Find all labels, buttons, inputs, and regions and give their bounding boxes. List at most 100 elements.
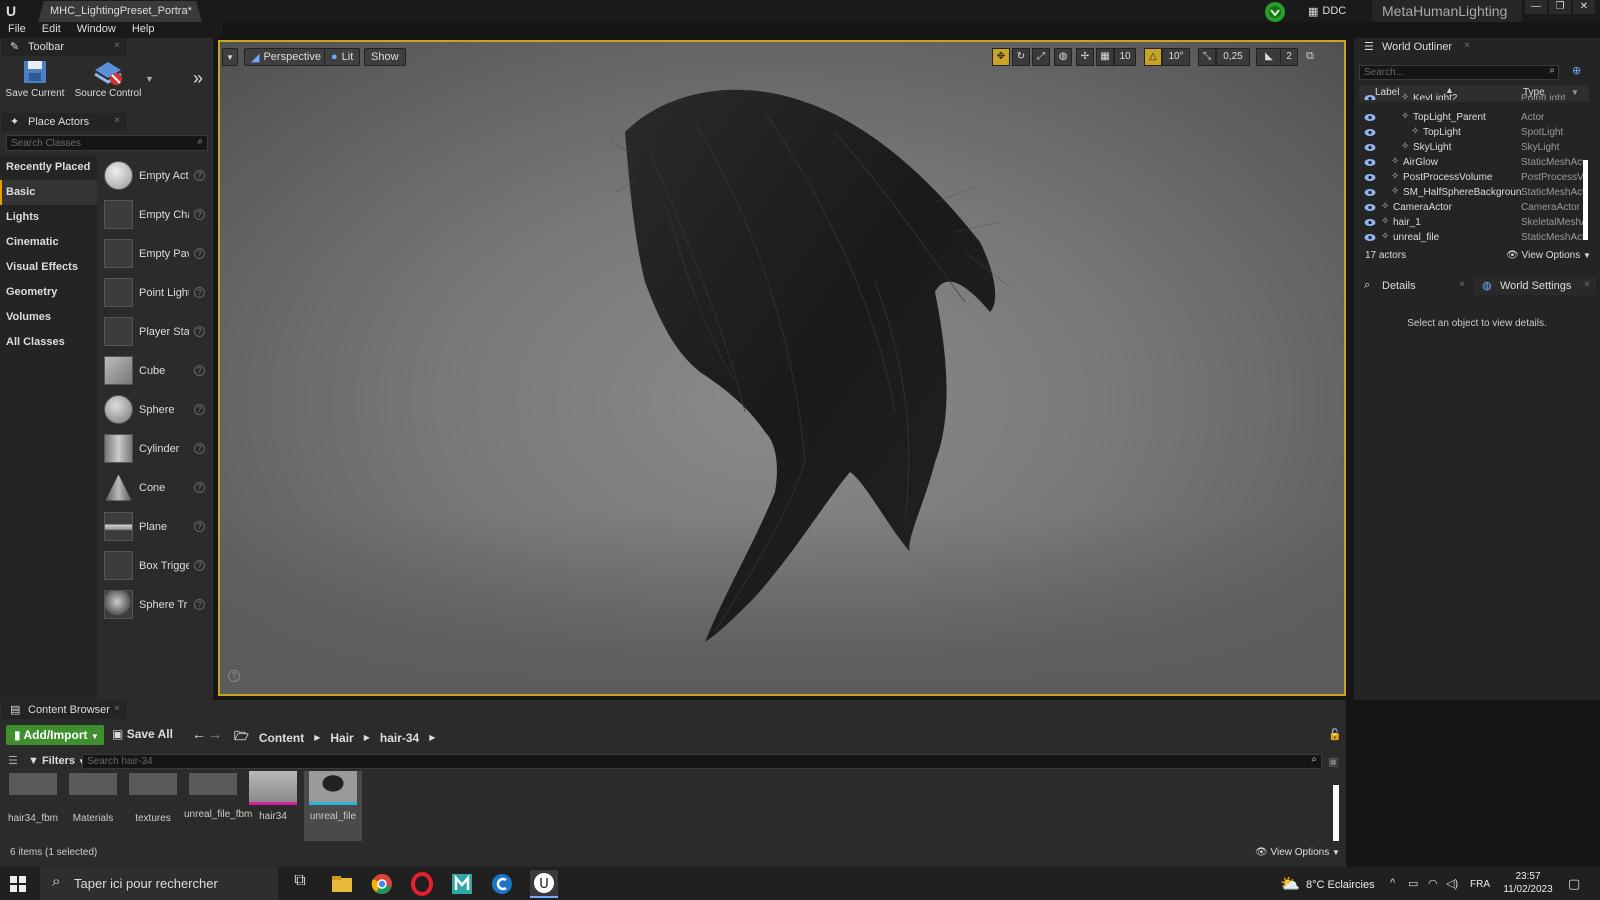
visibility-eye-icon[interactable]	[1364, 188, 1376, 197]
minimize-button[interactable]: —	[1525, 0, 1547, 14]
visibility-eye-icon[interactable]	[1364, 173, 1376, 182]
filters-button[interactable]: ▼ Filters ▼	[28, 755, 86, 767]
asset-unreal-file-fbm[interactable]: unreal_file_fbm	[184, 771, 252, 820]
actor-sphere[interactable]: Sphere?	[100, 392, 213, 431]
outliner-row[interactable]: ✧ KeyLight2 PointLight	[1359, 92, 1583, 100]
actor-empty-pawn[interactable]: Empty Pav?	[100, 236, 213, 275]
outliner-row[interactable]: ✧AirGlow StaticMeshActor	[1359, 156, 1583, 171]
help-icon[interactable]: ?	[194, 287, 205, 298]
rotation-snap-value[interactable]: 10°	[1162, 48, 1190, 66]
volume-icon[interactable]: ◁)	[1446, 877, 1458, 890]
viewport-info-icon[interactable]: ?	[228, 670, 240, 682]
content-view-options-button[interactable]: 👁 View Options ▼	[1255, 847, 1340, 858]
menu-edit[interactable]: Edit	[34, 22, 69, 38]
actor-empty-actor[interactable]: Empty Act?	[100, 158, 213, 197]
outliner-row[interactable]: ✧SM_HalfSphereBackgroundStaticMeshActor	[1359, 186, 1583, 201]
notifications-icon[interactable]: ▢	[1568, 876, 1580, 892]
help-icon[interactable]: ?	[194, 248, 205, 259]
menu-help[interactable]: Help	[124, 22, 163, 38]
maya-icon[interactable]	[450, 872, 474, 896]
category-geometry[interactable]: Geometry	[0, 280, 97, 305]
category-lights[interactable]: Lights	[0, 205, 97, 230]
asset-textures[interactable]: textures	[124, 771, 182, 824]
actor-point-light[interactable]: Point Light?	[100, 275, 213, 314]
battery-icon[interactable]: ▭	[1408, 877, 1418, 890]
actor-cube[interactable]: Cube?	[100, 353, 213, 392]
source-control-status-icon[interactable]	[1253, 0, 1297, 24]
task-view-icon[interactable]: ⧉	[288, 872, 312, 896]
maximize-viewport-icon[interactable]: ⧉	[1306, 50, 1314, 63]
breadcrumb-content[interactable]: Content	[259, 731, 304, 745]
category-basic[interactable]: Basic	[0, 180, 97, 205]
help-icon[interactable]: ?	[194, 209, 205, 220]
breadcrumb-separator-icon[interactable]: ▶	[314, 733, 320, 742]
perspective-button[interactable]: ◢ Perspective	[244, 48, 328, 66]
lit-button[interactable]: ● Lit	[324, 48, 361, 66]
visibility-eye-icon[interactable]	[1364, 113, 1376, 122]
category-all-classes[interactable]: All Classes	[0, 330, 97, 355]
menu-file[interactable]: File	[0, 22, 34, 38]
level-viewport[interactable]: ▼ ◢ Perspective ● Lit Show ✥ ↻ ⤢ ◍ ✢ ▦ 10 …	[218, 40, 1346, 696]
save-current-button[interactable]: Save Current	[4, 58, 66, 99]
visibility-eye-icon[interactable]	[1364, 233, 1376, 242]
help-icon[interactable]: ?	[194, 170, 205, 181]
menu-window[interactable]: Window	[69, 22, 124, 38]
category-recently-placed[interactable]: Recently Placed	[0, 155, 97, 180]
lock-icon[interactable]: 🔓	[1328, 728, 1342, 741]
outliner-row[interactable]: ✧ CameraActor CameraActor	[1359, 201, 1583, 216]
asset-hair34-fbm[interactable]: hair34_fbm	[4, 771, 62, 824]
visibility-eye-icon[interactable]	[1364, 218, 1376, 227]
tab-world-outliner[interactable]: ☰ World Outliner ×	[1356, 38, 1476, 56]
category-visual-effects[interactable]: Visual Effects	[0, 255, 97, 280]
help-icon[interactable]: ?	[194, 482, 205, 493]
breadcrumb-separator-icon[interactable]: ▶	[429, 733, 435, 742]
help-icon[interactable]: ?	[194, 326, 205, 337]
viewport-options-button[interactable]: ▼	[222, 48, 238, 66]
visibility-eye-icon[interactable]	[1364, 203, 1376, 212]
scale-snap-value[interactable]: 0,25	[1216, 48, 1250, 66]
maximize-button[interactable]: ❐	[1549, 0, 1571, 14]
ddc-indicator[interactable]: ▦ DDC	[1308, 2, 1366, 20]
grid-snap-value[interactable]: 10	[1114, 48, 1136, 66]
wifi-icon[interactable]: ◠	[1428, 877, 1438, 890]
actor-player-start[interactable]: Player Sta?	[100, 314, 213, 353]
help-icon[interactable]: ?	[194, 560, 205, 571]
tab-details[interactable]: ⌕ Details ×	[1356, 277, 1471, 295]
breadcrumb-hair-34[interactable]: hair-34	[380, 731, 419, 745]
show-button[interactable]: Show	[364, 48, 406, 66]
asset-hair34[interactable]: hair34	[244, 771, 302, 822]
save-search-icon[interactable]: ▣	[1328, 755, 1338, 768]
scale-tool-icon[interactable]: ⤢	[1032, 48, 1050, 66]
language-indicator[interactable]: FRA	[1470, 879, 1490, 890]
grid-snap-icon[interactable]: ▦	[1096, 48, 1114, 66]
category-cinematic[interactable]: Cinematic	[0, 230, 97, 255]
actor-cylinder[interactable]: Cylinder?	[100, 431, 213, 470]
system-clock[interactable]: 23:57 11/02/2023	[1498, 870, 1558, 896]
sources-panel-icon[interactable]: ☰	[8, 754, 18, 767]
actor-cone[interactable]: Cone?	[100, 470, 213, 509]
actor-sphere-trigger[interactable]: Sphere Tr?	[100, 587, 213, 626]
outliner-view-options-button[interactable]: 👁 View Options ▼	[1506, 250, 1591, 261]
tab-toolbar[interactable]: ✎ Toolbar ×	[2, 38, 126, 56]
world-space-icon[interactable]: ◍	[1054, 48, 1072, 66]
breadcrumb-hair[interactable]: Hair	[330, 731, 353, 745]
source-control-button[interactable]: Source Control	[72, 58, 144, 99]
visibility-eye-icon[interactable]	[1364, 128, 1376, 137]
help-icon[interactable]: ?	[194, 599, 205, 610]
outliner-scrollbar[interactable]	[1583, 160, 1588, 240]
camera-speed-icon[interactable]: ◣	[1256, 48, 1282, 66]
rotation-snap-icon[interactable]: △	[1144, 48, 1162, 66]
surface-snap-icon[interactable]: ✢	[1076, 48, 1094, 66]
outliner-row[interactable]: ✧ SkyLight SkyLight	[1359, 141, 1583, 156]
translate-tool-icon[interactable]: ✥	[992, 48, 1010, 66]
document-tab[interactable]: MHC_LightingPreset_Portra*	[38, 1, 202, 22]
actor-box-trigger[interactable]: Box Trigge?	[100, 548, 213, 587]
source-control-dropdown-icon[interactable]: ▼	[145, 74, 154, 84]
outliner-row[interactable]: ✧ TopLight_Parent Actor	[1359, 111, 1583, 126]
c-app-icon[interactable]	[490, 872, 514, 896]
back-arrow-icon[interactable]: ←	[192, 726, 206, 742]
unreal-engine-taskbar-icon[interactable]: U	[530, 870, 558, 898]
save-all-button[interactable]: ▣ Save All	[112, 727, 173, 741]
help-icon[interactable]: ?	[194, 365, 205, 376]
weather-icon[interactable]: ⛅	[1280, 874, 1300, 894]
